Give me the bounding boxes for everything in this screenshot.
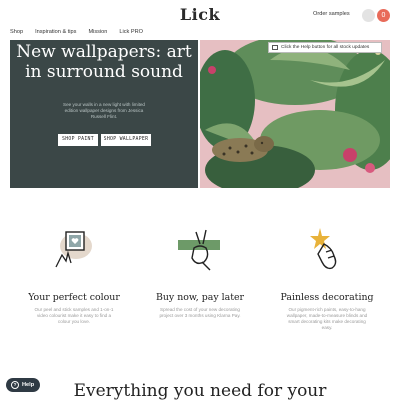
shop-wallpaper-button[interactable]: SHOP WALLPAPER — [101, 134, 151, 146]
feature-title: Your perfect colour — [28, 292, 120, 303]
jungle-wallpaper-image[interactable] — [200, 40, 390, 188]
sparkle-hand-icon — [300, 222, 356, 278]
hero-subtitle: See your walls in a new light with limit… — [63, 102, 145, 120]
main-nav: Shop Inspiration & tips Mission Lick PRO — [10, 29, 143, 35]
feature-title: Painless decorating — [280, 292, 374, 303]
order-samples-link[interactable]: Order samples — [313, 11, 350, 17]
feature-painless-decorating: Painless decorating Our pigment-rich pai… — [267, 292, 387, 331]
cart-button[interactable]: 0 — [377, 9, 390, 22]
feature-description: Spread the cost of your new decorating p… — [159, 307, 241, 318]
message-icon — [272, 45, 278, 50]
nav-shop[interactable]: Shop — [10, 29, 23, 35]
account-button[interactable] — [362, 9, 375, 22]
feature-buy-now-pay-later: Buy now, pay later Spread the cost of yo… — [140, 292, 260, 319]
notice-text: Click the Help button for all stock upda… — [281, 45, 370, 50]
feature-description: Our peel and stick samples and 1-on-1 vi… — [34, 307, 114, 324]
stock-update-notice[interactable]: Click the Help button for all stock upda… — [268, 42, 382, 53]
nav-mission[interactable]: Mission — [88, 29, 107, 35]
section-heading: Everything you need for your — [73, 381, 327, 401]
feature-perfect-colour: Your perfect colour Our peel and stick s… — [14, 292, 134, 325]
nav-lick-pro[interactable]: Lick PRO — [119, 29, 143, 35]
hero-title: New wallpapers: art in surround sound — [16, 42, 192, 82]
feature-title: Buy now, pay later — [155, 292, 244, 303]
peace-hand-icon — [172, 222, 228, 278]
feature-description: Our pigment-rich paints, easy-to-hang wa… — [286, 307, 368, 330]
nav-inspiration[interactable]: Inspiration & tips — [35, 29, 76, 35]
shop-paint-button[interactable]: SHOP PAINT — [58, 134, 98, 146]
heart-sample-icon — [46, 222, 102, 278]
